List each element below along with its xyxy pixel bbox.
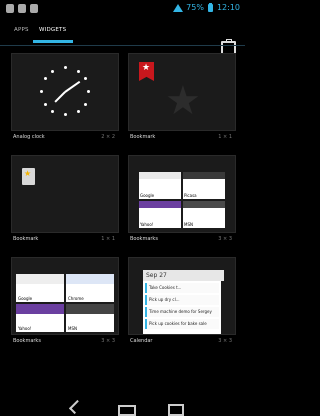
notification-icons — [6, 4, 38, 13]
battery-icon — [207, 2, 213, 12]
status-bar: 75% 12:10 — [0, 0, 245, 18]
tabs-divider — [0, 45, 245, 46]
android-icon — [30, 4, 38, 13]
star-icon: ★ — [165, 78, 201, 124]
bookmark-doc-icon — [22, 168, 35, 185]
thumbnail-google: Google — [139, 172, 181, 199]
tab-bar: APPS WIDGETS — [0, 19, 245, 56]
recent-apps-icon[interactable] — [168, 404, 184, 416]
calendar-event: Pick up cookies for bake sale — [145, 319, 219, 329]
widget-size: 1 × 1 — [101, 236, 115, 242]
widget-label: Bookmark — [130, 134, 156, 140]
calendar-event: Time machine demo for Sergey — [145, 307, 219, 317]
calendar-preview: Sep 27 Take Cookies t... Pick up dry cl.… — [143, 270, 224, 334]
widget-size: 3 × 3 — [218, 236, 232, 242]
widget-bookmarks-large[interactable]: Google Chrome Yahoo! MSN Bookmarks 3 × 3 — [11, 257, 119, 349]
widget-size: 1 × 1 — [218, 134, 232, 140]
navigation-bar — [0, 399, 245, 416]
download-icon — [18, 4, 26, 13]
bookmark-thumbnails: Google Picasa Yahoo! MSN — [139, 172, 225, 228]
widget-preview: Sep 27 Take Cookies t... Pick up dry cl.… — [128, 257, 236, 335]
widget-preview: Google Picasa Yahoo! MSN — [128, 155, 236, 233]
bookmark-card: Google — [16, 274, 64, 302]
widget-calendar[interactable]: Sep 27 Take Cookies t... Pick up dry cl.… — [128, 257, 236, 349]
tab-apps[interactable]: APPS — [14, 27, 29, 33]
bookmark-cards: Google Chrome Yahoo! MSN — [16, 274, 114, 332]
analog-clock-icon — [40, 66, 90, 116]
back-icon[interactable] — [68, 399, 84, 415]
bookmark-card: Yahoo! — [16, 304, 64, 332]
active-tab-indicator — [33, 40, 73, 43]
widget-preview — [11, 155, 119, 233]
home-icon[interactable] — [118, 405, 136, 416]
usb-icon — [6, 4, 14, 13]
bookmark-icon — [139, 62, 154, 81]
battery-percent: 75% — [186, 3, 204, 12]
bookmark-card: Chrome — [66, 274, 114, 302]
widget-analog-clock[interactable]: Analog clock 2 × 2 — [11, 53, 119, 145]
thumbnail-yahoo: Yahoo! — [139, 201, 181, 228]
widget-preview: ★ — [128, 53, 236, 131]
widget-label: Bookmark — [13, 236, 39, 242]
widget-bookmark-folder[interactable]: Bookmark 1 × 1 — [11, 155, 119, 247]
status-clock: 12:10 — [216, 3, 240, 12]
widget-label: Bookmarks — [130, 236, 158, 242]
thumbnail-msn: MSN — [183, 201, 225, 228]
widget-size: 2 × 2 — [101, 134, 115, 140]
calendar-event: Pick up dry cl... — [145, 295, 219, 305]
widget-bookmarks[interactable]: Google Picasa Yahoo! MSN Bookmarks 3 × 3 — [128, 155, 236, 247]
thumbnail-picasa: Picasa — [183, 172, 225, 199]
tab-widgets[interactable]: WIDGETS — [39, 27, 66, 33]
widget-label: Analog clock — [13, 134, 45, 140]
widget-preview: Google Chrome Yahoo! MSN — [11, 257, 119, 335]
wifi-icon — [173, 3, 184, 12]
widget-label: Calendar — [130, 338, 153, 344]
widget-preview — [11, 53, 119, 131]
calendar-event: Take Cookies t... — [145, 283, 219, 293]
bookmark-card: MSN — [66, 304, 114, 332]
widget-bookmark[interactable]: ★ Bookmark 1 × 1 — [128, 53, 236, 145]
widget-size: 3 × 3 — [218, 338, 232, 344]
calendar-date: Sep 27 — [143, 270, 224, 281]
widget-size: 3 × 3 — [101, 338, 115, 344]
widget-label: Bookmarks — [13, 338, 41, 344]
